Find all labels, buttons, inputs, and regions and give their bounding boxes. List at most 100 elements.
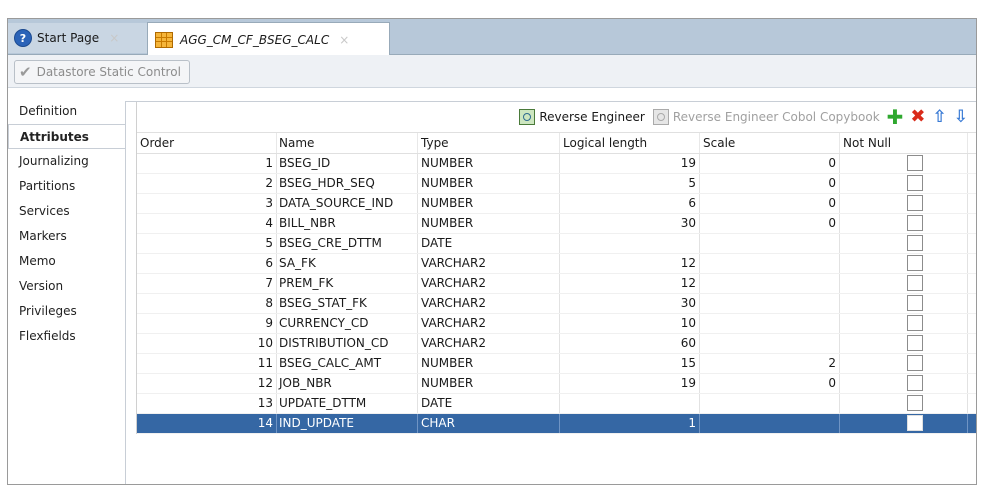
table-row[interactable]: 7 PREM_FK VARCHAR2 12	[137, 274, 976, 294]
cell-type[interactable]: VARCHAR2	[418, 334, 560, 353]
not-null-checkbox[interactable]	[907, 194, 923, 211]
column-header-not-null[interactable]: Not Null	[840, 133, 968, 153]
cell-type[interactable]: NUMBER	[418, 374, 560, 393]
cell-order[interactable]: 14	[137, 414, 277, 433]
table-row[interactable]: 1 BSEG_ID NUMBER 19 0	[137, 154, 976, 174]
cell-name[interactable]: DATA_SOURCE_IND	[277, 194, 418, 213]
cell-logical-length[interactable]: 12	[560, 254, 700, 273]
cell-name[interactable]: JOB_NBR	[277, 374, 418, 393]
reverse-engineer-cobol-button[interactable]: Reverse Engineer Cobol Copybook	[652, 109, 880, 125]
column-header-order[interactable]: Order	[137, 133, 277, 153]
cell-name[interactable]: BSEG_HDR_SEQ	[277, 174, 418, 193]
cell-type[interactable]: DATE	[418, 394, 560, 413]
cell-name[interactable]: BSEG_CRE_DTTM	[277, 234, 418, 253]
nav-item-journalizing[interactable]: Journalizing	[8, 149, 126, 174]
cell-name[interactable]: CURRENCY_CD	[277, 314, 418, 333]
cell-order[interactable]: 9	[137, 314, 277, 333]
table-row[interactable]: 12 JOB_NBR NUMBER 19 0	[137, 374, 976, 394]
table-row[interactable]: 2 BSEG_HDR_SEQ NUMBER 5 0	[137, 174, 976, 194]
cell-name[interactable]: BSEG_CALC_AMT	[277, 354, 418, 373]
cell-scale[interactable]	[700, 234, 840, 253]
cell-name[interactable]: SA_FK	[277, 254, 418, 273]
cell-type[interactable]: VARCHAR2	[418, 254, 560, 273]
move-down-icon[interactable]: ⇩	[954, 108, 968, 126]
close-icon[interactable]: ×	[339, 33, 349, 47]
nav-item-version[interactable]: Version	[8, 274, 126, 299]
cell-scale[interactable]	[700, 314, 840, 333]
column-header-logical-length[interactable]: Logical length	[560, 133, 700, 153]
cell-logical-length[interactable]: 6	[560, 194, 700, 213]
nav-item-markers[interactable]: Markers	[8, 224, 126, 249]
cell-type[interactable]: VARCHAR2	[418, 294, 560, 313]
cell-type[interactable]: NUMBER	[418, 194, 560, 213]
cell-order[interactable]: 2	[137, 174, 277, 193]
cell-logical-length[interactable]: 5	[560, 174, 700, 193]
cell-type[interactable]: NUMBER	[418, 154, 560, 173]
cell-order[interactable]: 7	[137, 274, 277, 293]
cell-logical-length[interactable]: 60	[560, 334, 700, 353]
cell-order[interactable]: 8	[137, 294, 277, 313]
table-row[interactable]: 13 UPDATE_DTTM DATE	[137, 394, 976, 414]
column-header-type[interactable]: Type	[418, 133, 560, 153]
table-row[interactable]: 4 BILL_NBR NUMBER 30 0	[137, 214, 976, 234]
cell-order[interactable]: 12	[137, 374, 277, 393]
not-null-checkbox[interactable]	[907, 394, 923, 411]
datastore-static-control-button[interactable]: ✔ Datastore Static Control	[14, 60, 190, 84]
cell-type[interactable]: CHAR	[418, 414, 560, 433]
cell-name[interactable]: BSEG_STAT_FK	[277, 294, 418, 313]
table-row[interactable]: 8 BSEG_STAT_FK VARCHAR2 30	[137, 294, 976, 314]
cell-type[interactable]: NUMBER	[418, 174, 560, 193]
cell-logical-length[interactable]	[560, 394, 700, 413]
cell-order[interactable]: 11	[137, 354, 277, 373]
cell-scale[interactable]: 2	[700, 354, 840, 373]
table-row[interactable]: 6 SA_FK VARCHAR2 12	[137, 254, 976, 274]
nav-item-services[interactable]: Services	[8, 199, 126, 224]
cell-order[interactable]: 13	[137, 394, 277, 413]
nav-item-privileges[interactable]: Privileges	[8, 299, 126, 324]
cell-name[interactable]: DISTRIBUTION_CD	[277, 334, 418, 353]
cell-scale[interactable]	[700, 394, 840, 413]
cell-scale[interactable]	[700, 274, 840, 293]
cell-scale[interactable]	[700, 294, 840, 313]
cell-type[interactable]: VARCHAR2	[418, 314, 560, 333]
cell-scale[interactable]: 0	[700, 194, 840, 213]
not-null-checkbox[interactable]	[907, 154, 923, 171]
cell-scale[interactable]: 0	[700, 214, 840, 233]
nav-item-memo[interactable]: Memo	[8, 249, 126, 274]
not-null-checkbox[interactable]	[907, 254, 923, 271]
not-null-checkbox[interactable]	[907, 274, 923, 291]
cell-scale[interactable]	[700, 334, 840, 353]
column-header-scale[interactable]: Scale	[700, 133, 840, 153]
cell-type[interactable]: DATE	[418, 234, 560, 253]
not-null-checkbox[interactable]	[907, 174, 923, 191]
cell-name[interactable]: PREM_FK	[277, 274, 418, 293]
cell-order[interactable]: 10	[137, 334, 277, 353]
cell-scale[interactable]	[700, 414, 840, 433]
not-null-checkbox[interactable]	[907, 314, 923, 331]
tab-start-page[interactable]: ? Start Page ×	[8, 23, 151, 53]
nav-item-partitions[interactable]: Partitions	[8, 174, 126, 199]
cell-name[interactable]: UPDATE_DTTM	[277, 394, 418, 413]
nav-item-attributes[interactable]: Attributes	[8, 124, 126, 149]
cell-scale[interactable]	[700, 254, 840, 273]
cell-logical-length[interactable]: 12	[560, 274, 700, 293]
cell-order[interactable]: 3	[137, 194, 277, 213]
reverse-engineer-button[interactable]: Reverse Engineer	[519, 109, 645, 125]
table-row[interactable]: 9 CURRENCY_CD VARCHAR2 10	[137, 314, 976, 334]
nav-item-flexfields[interactable]: Flexfields	[8, 324, 126, 349]
cell-logical-length[interactable]	[560, 234, 700, 253]
cell-scale[interactable]: 0	[700, 374, 840, 393]
cell-logical-length[interactable]: 1	[560, 414, 700, 433]
table-row[interactable]: 11 BSEG_CALC_AMT NUMBER 15 2	[137, 354, 976, 374]
nav-item-definition[interactable]: Definition	[8, 99, 126, 124]
cell-logical-length[interactable]: 19	[560, 154, 700, 173]
add-attribute-icon[interactable]: ✚	[887, 107, 904, 127]
cell-type[interactable]: NUMBER	[418, 354, 560, 373]
cell-type[interactable]: VARCHAR2	[418, 274, 560, 293]
cell-logical-length[interactable]: 10	[560, 314, 700, 333]
cell-name[interactable]: BILL_NBR	[277, 214, 418, 233]
not-null-checkbox[interactable]	[907, 414, 923, 431]
delete-attribute-icon[interactable]: ✖	[910, 108, 925, 126]
cell-type[interactable]: NUMBER	[418, 214, 560, 233]
cell-order[interactable]: 5	[137, 234, 277, 253]
